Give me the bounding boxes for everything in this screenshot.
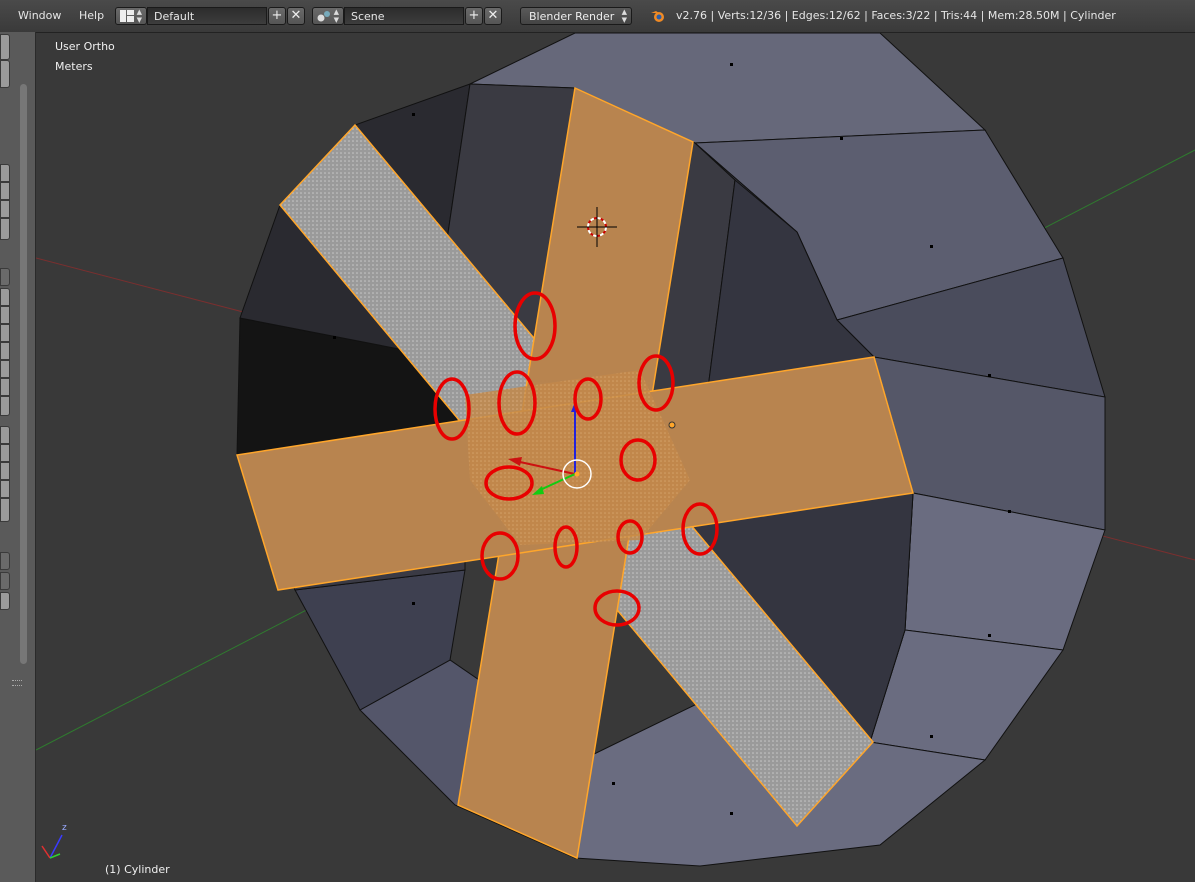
tool-dropdown[interactable] [0, 552, 10, 570]
tool-button[interactable] [0, 60, 10, 88]
tool-button[interactable] [0, 342, 10, 360]
tool-button[interactable] [0, 378, 10, 396]
tool-button[interactable] [0, 462, 10, 480]
viewport-canvas[interactable] [36, 33, 1195, 882]
shelf-resize-handle[interactable] [12, 680, 22, 686]
tool-button[interactable] [0, 444, 10, 462]
editor-type-icon [120, 10, 134, 22]
render-engine-label: Blender Render [529, 10, 615, 23]
render-engine-select[interactable]: Blender Render ▲ ▼ [520, 7, 632, 25]
tool-button[interactable] [0, 200, 10, 218]
tool-button[interactable] [0, 164, 10, 182]
delete-layout-button[interactable]: ✕ [287, 7, 305, 25]
scene-statistics: v2.76 | Verts:12/36 | Edges:12/62 | Face… [676, 9, 1116, 22]
view-name-label: User Ortho [55, 40, 115, 53]
tool-button[interactable] [0, 34, 10, 60]
axis-z-label: z [62, 823, 67, 833]
close-icon: ✕ [290, 8, 302, 23]
menu-window[interactable]: Window [18, 9, 61, 22]
layout-name-field[interactable]: Default [147, 7, 267, 25]
updown-arrows-icon: ▲ ▼ [136, 8, 142, 24]
3d-viewport[interactable]: User Ortho Meters (1) Cylinder z [36, 33, 1195, 882]
tool-button[interactable] [0, 480, 10, 498]
tool-button[interactable] [0, 288, 10, 306]
blender-logo-icon [651, 11, 664, 22]
shelf-scrollbar[interactable] [20, 84, 27, 664]
tool-dropdown[interactable] [0, 572, 10, 590]
delete-scene-button[interactable]: ✕ [484, 7, 502, 25]
add-scene-button[interactable]: + [465, 7, 483, 25]
tool-button[interactable] [0, 360, 10, 378]
tool-button[interactable] [0, 218, 10, 240]
scene-icon [317, 11, 330, 22]
tool-button[interactable] [0, 396, 10, 416]
unit-system-label: Meters [55, 60, 93, 73]
info-header: Window Help ▲ ▼ Default + ✕ ▲ ▼ Scene + ✕ … [0, 0, 1195, 33]
tool-button[interactable] [0, 426, 10, 444]
tool-button[interactable] [0, 324, 10, 342]
updown-arrows-icon: ▲ ▼ [333, 8, 339, 24]
tool-button[interactable] [0, 498, 10, 522]
tool-button[interactable] [0, 592, 10, 610]
tool-button[interactable] [0, 306, 10, 324]
tool-button[interactable] [0, 182, 10, 200]
active-object-label: (1) Cylinder [105, 863, 170, 876]
object-origin [668, 421, 676, 429]
add-layout-button[interactable]: + [268, 7, 286, 25]
menu-help[interactable]: Help [79, 9, 104, 22]
scene-selector-button[interactable]: ▲ ▼ [312, 7, 344, 25]
tool-shelf[interactable] [0, 32, 36, 882]
scene-name-field[interactable]: Scene [344, 7, 464, 25]
add-icon: + [271, 8, 283, 23]
tool-dropdown[interactable] [0, 268, 10, 286]
add-icon: + [468, 8, 480, 23]
layout-selector-button[interactable]: ▲ ▼ [115, 7, 147, 25]
close-icon: ✕ [487, 8, 499, 23]
updown-arrows-icon: ▲ ▼ [621, 8, 627, 24]
